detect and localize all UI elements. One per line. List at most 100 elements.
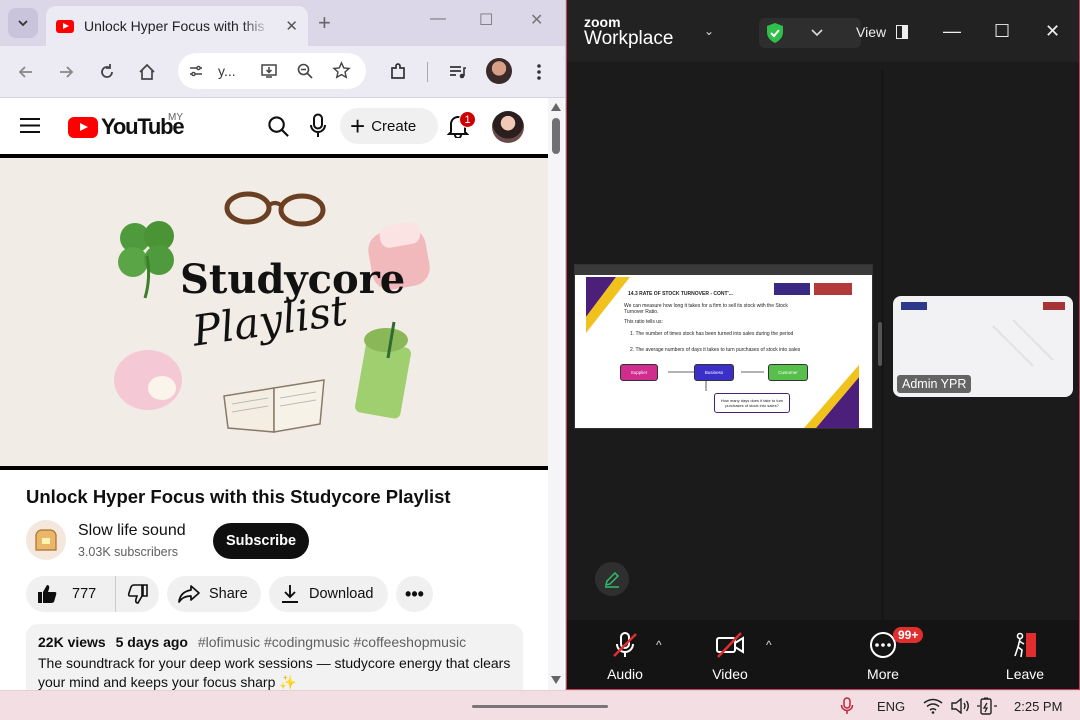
like-dislike-group: 777 xyxy=(26,576,159,612)
leave-door-icon xyxy=(1014,632,1036,658)
zoom-close-button[interactable]: ✕ xyxy=(1045,21,1060,42)
download-label: Download xyxy=(309,586,374,602)
address-bar[interactable]: y... xyxy=(178,53,366,89)
flow-question: How many days does it take to turn purch… xyxy=(714,393,790,413)
clock-time[interactable]: 2:25 PM xyxy=(1014,699,1062,714)
video-button[interactable]: Video xyxy=(690,630,770,682)
language-indicator[interactable]: ENG xyxy=(877,699,905,714)
microphone-in-use-icon[interactable] xyxy=(840,697,854,715)
extensions-button[interactable] xyxy=(386,60,410,84)
taskbar-handle[interactable] xyxy=(472,705,608,708)
maximize-button[interactable]: ☐ xyxy=(479,10,493,30)
profile-avatar[interactable] xyxy=(486,58,512,84)
view-count: 22K views xyxy=(38,634,106,650)
youtube-favicon-icon xyxy=(56,19,74,33)
channel-avatar[interactable] xyxy=(26,520,66,560)
wifi-icon[interactable] xyxy=(923,698,943,714)
screen-share-view[interactable]: 14.3 RATE OF STOCK TURNOVER - CONT'... W… xyxy=(574,264,873,429)
shield-check-icon xyxy=(767,23,783,43)
channel-name[interactable]: Slow life sound xyxy=(78,522,186,540)
audio-button[interactable]: Audio xyxy=(585,630,665,682)
video-options-caret[interactable]: ^ xyxy=(766,638,772,652)
hamburger-menu-icon[interactable] xyxy=(20,117,40,134)
flow-business: Business xyxy=(694,364,734,381)
youtube-logo[interactable]: YouTube xyxy=(68,114,185,140)
security-status-button[interactable] xyxy=(759,18,861,48)
thumbs-up-icon xyxy=(38,585,57,603)
zoom-maximize-button[interactable]: ☐ xyxy=(994,21,1010,42)
flow-customer: Customer xyxy=(768,364,808,381)
description-box[interactable]: 22K views 5 days ago #lofimusic #codingm… xyxy=(26,624,523,690)
reload-icon xyxy=(101,64,113,78)
view-label: View xyxy=(856,24,887,40)
create-label: Create xyxy=(371,117,417,135)
scrollbar-thumb[interactable] xyxy=(552,118,560,154)
scroll-up-arrow[interactable] xyxy=(551,103,561,111)
leave-label: Leave xyxy=(1005,666,1045,682)
video-player[interactable]: Studycore Playlist xyxy=(0,154,548,470)
minimize-button[interactable]: — xyxy=(430,10,446,28)
annotate-button[interactable] xyxy=(595,562,629,596)
presentation-slide: 14.3 RATE OF STOCK TURNOVER - CONT'... W… xyxy=(586,277,859,428)
hashtags[interactable]: #lofimusic #codingmusic #coffeeshopmusic xyxy=(198,634,466,650)
video-title: Unlock Hyper Focus with this Studycore P… xyxy=(26,486,451,507)
mochi-illustration xyxy=(114,350,182,410)
tab-close-icon[interactable]: ✕ xyxy=(285,17,298,35)
browser-tab-youtube[interactable]: Unlock Hyper Focus with this Studycore P… xyxy=(46,6,308,46)
home-button[interactable] xyxy=(135,60,159,84)
scroll-down-arrow[interactable] xyxy=(551,676,561,684)
description-meta: 22K views 5 days ago #lofimusic #codingm… xyxy=(38,634,511,650)
pencil-icon xyxy=(604,571,620,588)
region-code: MY xyxy=(168,112,183,123)
meeting-stage: 14.3 RATE OF STOCK TURNOVER - CONT'... W… xyxy=(567,62,1079,620)
flow-supplier: Supplier xyxy=(620,364,658,381)
account-avatar[interactable] xyxy=(492,111,524,143)
zoom-icon[interactable] xyxy=(296,62,314,80)
address-text: y... xyxy=(218,63,236,79)
zoom-minimize-button[interactable]: — xyxy=(943,21,961,42)
search-icon[interactable] xyxy=(267,115,290,138)
create-button[interactable]: + Create xyxy=(340,108,438,144)
slide-heading: 14.3 RATE OF STOCK TURNOVER - CONT'... xyxy=(628,291,733,297)
page-scrollbar[interactable] xyxy=(548,98,564,690)
leave-button[interactable]: Leave xyxy=(985,630,1065,682)
youtube-header: YouTube MY + Create 1 xyxy=(0,98,548,154)
dislike-button[interactable] xyxy=(116,583,159,605)
tab-search-button[interactable] xyxy=(8,8,38,38)
install-app-icon[interactable] xyxy=(260,62,278,80)
puzzle-icon xyxy=(391,63,405,79)
new-tab-button[interactable]: + xyxy=(318,10,331,36)
back-button[interactable] xyxy=(14,60,38,84)
chevron-down-icon xyxy=(811,29,823,37)
view-button[interactable]: View xyxy=(856,24,908,40)
battery-charging-icon[interactable] xyxy=(976,697,998,715)
zoom-title-bar: zoom Workplace ⌄ View — ☐ ✕ xyxy=(567,0,1079,62)
media-queue-icon xyxy=(450,66,466,79)
more-actions-button[interactable]: ••• xyxy=(396,576,433,612)
microphone-muted-icon xyxy=(613,632,637,657)
arrow-left-icon xyxy=(18,66,32,78)
tab-title: Unlock Hyper Focus with this Studycore P… xyxy=(84,18,270,34)
participant-tile[interactable]: Admin YPR xyxy=(893,296,1073,397)
download-button[interactable]: Download xyxy=(269,576,388,612)
slide-line-4: 2. The average numbers of days it takes … xyxy=(630,347,801,353)
plus-icon: + xyxy=(350,111,366,141)
site-settings-icon xyxy=(190,65,202,77)
subscribe-button[interactable]: Subscribe xyxy=(213,523,309,559)
like-button[interactable]: 777 xyxy=(26,576,116,612)
browser-menu-button[interactable] xyxy=(527,60,551,84)
audio-options-caret[interactable]: ^ xyxy=(656,638,662,652)
kebab-menu-icon xyxy=(537,64,541,80)
share-button[interactable]: Share xyxy=(167,576,261,612)
close-window-button[interactable]: ✕ xyxy=(530,10,543,30)
media-controls-button[interactable] xyxy=(446,60,470,84)
reload-button[interactable] xyxy=(95,60,119,84)
view-layout-icon xyxy=(895,25,908,39)
forward-button[interactable] xyxy=(54,60,78,84)
microphone-icon[interactable] xyxy=(309,113,327,139)
app-menu-chevron-icon[interactable]: ⌄ xyxy=(704,24,714,38)
bookmark-star-icon[interactable] xyxy=(332,61,351,80)
split-resize-handle[interactable] xyxy=(878,322,882,366)
volume-icon[interactable] xyxy=(950,698,970,714)
slide-line-2: This ratio tells us: xyxy=(624,319,663,325)
